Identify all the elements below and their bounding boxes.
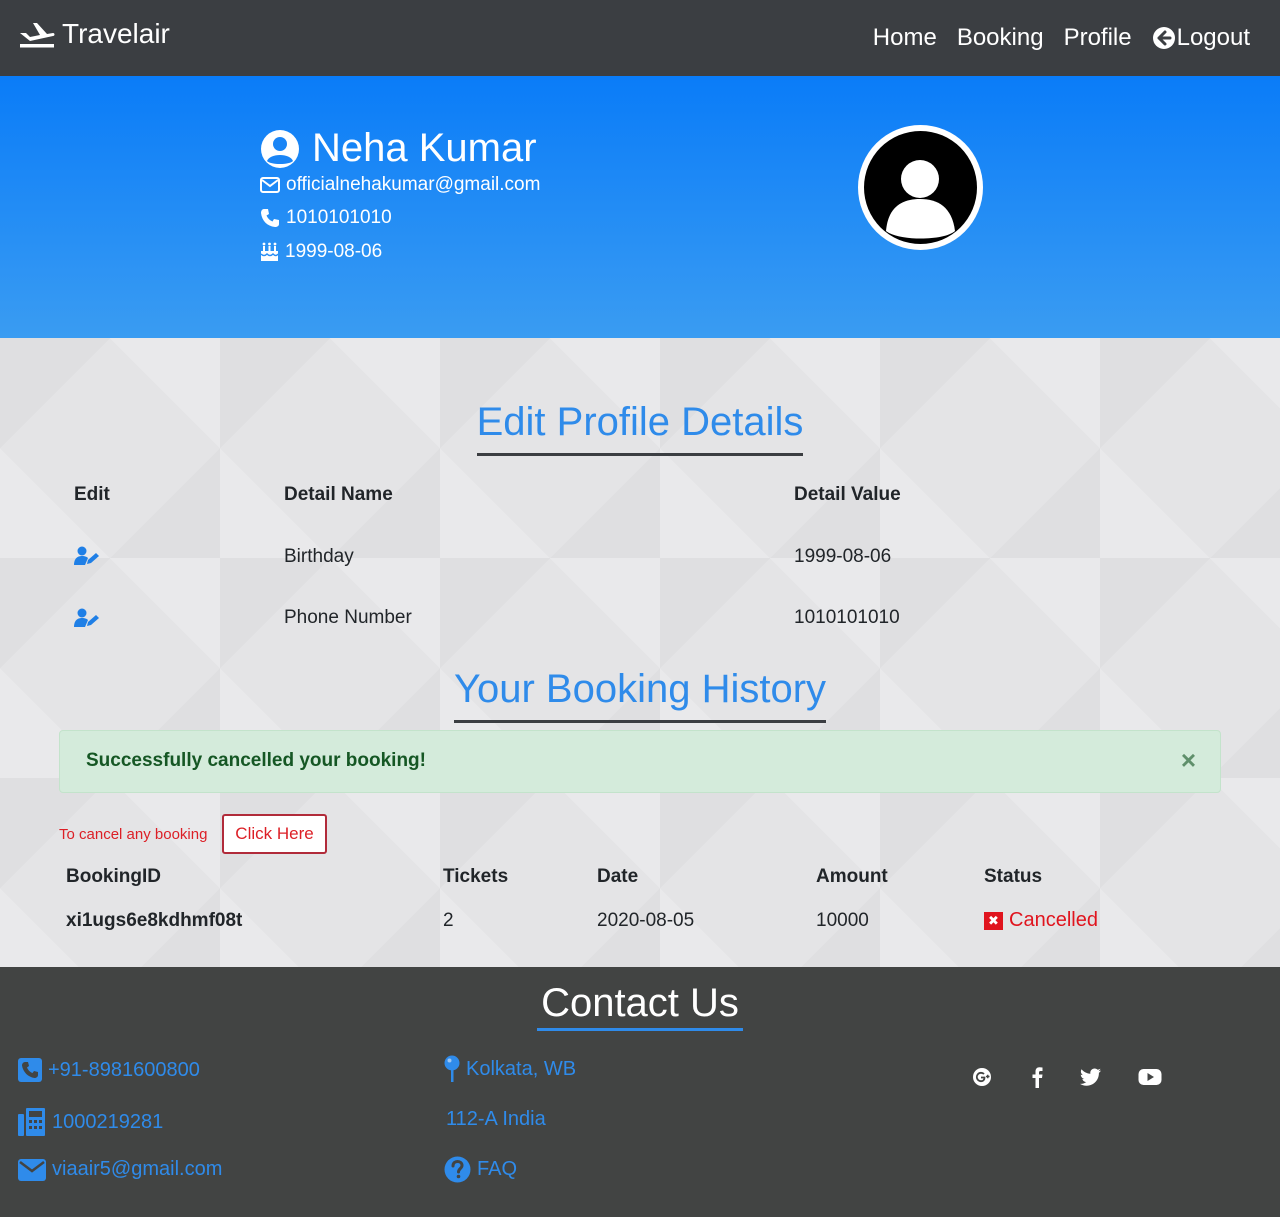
user-edit-icon[interactable] <box>74 546 101 566</box>
airplane-logo-icon <box>20 23 55 48</box>
nav-links: Home Booking Profile Logout <box>853 24 1250 52</box>
youtube-icon[interactable] <box>1138 1065 1162 1089</box>
alert-close-button[interactable]: × <box>1181 745 1196 776</box>
detail-name-col-header: Detail Name <box>284 484 393 505</box>
phone-square-icon <box>18 1058 42 1082</box>
profile-birthday-text: 1999-08-06 <box>285 241 383 262</box>
edit-col-header: Edit <box>74 484 110 505</box>
tickets-col-header: Tickets <box>443 866 509 887</box>
footer-email[interactable]: viaair5@gmail.com <box>18 1158 222 1181</box>
footer-faq[interactable]: FAQ <box>444 1156 517 1183</box>
nav-home-label: Home <box>872 24 937 51</box>
detail-value-phone: 1010101010 <box>794 607 900 628</box>
user-circle-icon <box>261 129 299 168</box>
booking-status-text: Cancelled <box>1009 909 1098 931</box>
booking-status: ✖ Cancelled <box>984 909 1098 932</box>
profile-phone: 1010101010 <box>260 207 392 229</box>
nav-booking-label: Booking <box>956 24 1044 51</box>
arrow-left-circle-icon <box>1152 27 1175 49</box>
footer-faq-text: FAQ <box>477 1158 518 1180</box>
detail-value-col-header: Detail Value <box>794 484 901 505</box>
footer: Contact Us +91-8981600800 1000219281 via… <box>0 967 1280 1217</box>
footer-email-text: viaair5@gmail.com <box>52 1158 223 1180</box>
google-plus-icon[interactable] <box>970 1065 994 1089</box>
footer-fax-text: 1000219281 <box>52 1110 164 1133</box>
footer-phone-text: +91-8981600800 <box>48 1058 200 1081</box>
main-content: Edit Profile Details Edit Detail Name De… <box>0 338 1280 967</box>
brand-link[interactable]: Travelair <box>18 18 170 50</box>
brand-name: Travelair <box>62 18 170 49</box>
fax-icon <box>18 1108 45 1136</box>
cancel-note: To cancel any booking <box>59 826 208 843</box>
footer-location[interactable]: Kolkata, WB <box>444 1055 576 1083</box>
nav-profile[interactable]: Profile <box>1064 24 1132 52</box>
footer-location-text: Kolkata, WB <box>466 1057 577 1080</box>
footer-address-text: 112-A India <box>446 1108 546 1130</box>
nav-logout-label: Logout <box>1176 24 1250 51</box>
map-pin-icon <box>444 1055 460 1082</box>
avatar <box>858 125 983 250</box>
navbar: Travelair Home Booking Profile Logout <box>0 0 1280 76</box>
booking-date: 2020-08-05 <box>597 910 695 931</box>
detail-name-birthday: Birthday <box>284 546 354 567</box>
profile-name-text: Neha Kumar <box>312 126 537 170</box>
booking-id: xi1ugs6e8kdhmf08t <box>66 910 243 931</box>
profile-birthday: 1999-08-06 <box>260 241 382 263</box>
footer-phone[interactable]: +91-8981600800 <box>18 1058 200 1082</box>
phone-icon <box>261 209 279 227</box>
profile-phone-text: 1010101010 <box>286 207 392 228</box>
booking-history-heading: Your Booking History <box>0 667 1280 723</box>
booking-amount: 10000 <box>816 910 869 931</box>
profile-email-text: officialnehakumar@gmail.com <box>286 174 541 195</box>
alert-message: Successfully cancelled your booking! <box>86 750 426 771</box>
bookingid-col-header: BookingID <box>66 866 161 887</box>
twitter-icon[interactable] <box>1079 1065 1103 1089</box>
profile-name: Neha Kumar <box>260 126 537 171</box>
footer-address: 112-A India <box>446 1108 546 1131</box>
footer-fax[interactable]: 1000219281 <box>18 1108 163 1136</box>
detail-name-phone: Phone Number <box>284 607 412 628</box>
person-silhouette-icon <box>886 160 955 239</box>
contact-us-heading: Contact Us <box>0 981 1280 1031</box>
envelope-icon <box>260 177 280 193</box>
nav-profile-label: Profile <box>1063 24 1132 51</box>
amount-col-header: Amount <box>816 866 888 887</box>
booking-tickets: 2 <box>443 910 454 931</box>
profile-email: officialnehakumar@gmail.com <box>260 174 540 196</box>
cancelled-x-icon: ✖ <box>984 911 1003 930</box>
success-alert: Successfully cancelled your booking! × <box>59 730 1221 793</box>
status-col-header: Status <box>984 866 1043 887</box>
profile-hero: Neha Kumar officialnehakumar@gmail.com 1… <box>0 76 1280 338</box>
nav-home[interactable]: Home <box>873 24 937 52</box>
nav-logout[interactable]: Logout <box>1152 24 1250 52</box>
nav-booking[interactable]: Booking <box>957 24 1044 52</box>
question-circle-icon <box>444 1156 471 1183</box>
date-col-header: Date <box>597 866 639 887</box>
facebook-icon[interactable] <box>1025 1065 1049 1089</box>
birthday-cake-icon <box>260 242 279 261</box>
detail-value-birthday: 1999-08-06 <box>794 546 892 567</box>
user-edit-icon[interactable] <box>74 608 101 628</box>
cancel-click-here-button[interactable]: Click Here <box>222 814 327 854</box>
envelope-icon <box>18 1158 46 1181</box>
edit-profile-heading: Edit Profile Details <box>0 400 1280 456</box>
